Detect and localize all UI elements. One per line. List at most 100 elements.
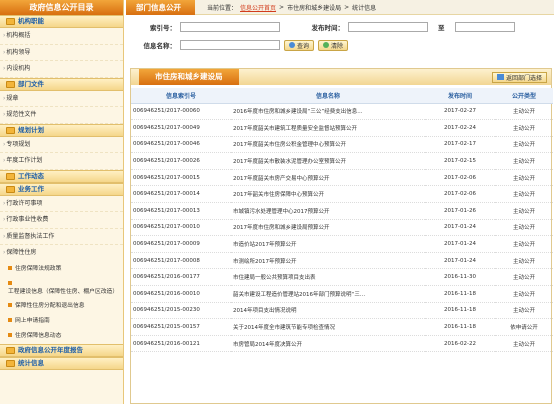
row-publish-date: 2016-11-30 [425,268,495,287]
row-publish-date: 2017-01-24 [425,252,495,270]
folder-icon [6,18,15,25]
row-info-name[interactable]: 2017年度市住房和城乡建设局预算公开 [231,219,425,237]
name-label: 信息名称： [143,42,177,50]
row-index-number: 006946251/2017-00013 [131,202,231,220]
table-row[interactable]: 006946251/2016-00121 市房管局2014年度决算公开 2016-0… [131,335,553,353]
bullet-icon [8,280,12,285]
sidebar-subitem[interactable]: 住房保障法规政策 [0,262,123,277]
row-info-name[interactable]: 2017年度韶关市散装水泥管理办公室预算公开 [231,152,425,170]
page-title: 部门信息公开 [126,0,195,15]
row-open-type: 主动公开 [495,335,553,353]
table-row[interactable]: 006946251/2017-00014 2017年韶关市住房保障中心预算公开 20… [131,185,553,204]
sidebar-item[interactable]: ›质量监督执法工作 [0,229,123,245]
sidebar-item[interactable]: ›专项规划 [0,137,123,153]
row-open-type: 主动公开 [495,185,553,204]
row-open-type: 主动公开 [495,152,553,170]
table-row[interactable]: 006946251/2017-00049 2017年度韶关市建筑工程质量安全监督站… [131,119,553,137]
sidebar-item[interactable]: ›行政事业性收费 [0,212,123,229]
table-row[interactable]: 006946251/2016-00010 韶关市建设工程造价管理站2016年部门预… [131,285,553,303]
sidebar-item[interactable]: ›行政许可事项 [0,196,123,212]
sidebar-item[interactable]: ›内设机构 [0,61,123,78]
folder-icon [6,126,15,134]
bullet-icon [8,333,12,337]
sidebar-subitem[interactable]: 工程建设信息（保障性住房、棚户区改造） [0,277,123,299]
row-publish-date: 2017-02-15 [425,152,495,170]
date-end-input[interactable] [454,22,515,32]
bullet-icon [8,266,12,270]
table-row[interactable]: 006946251/2017-00060 2016年度市住房和城乡建设局“三公”经… [131,103,553,121]
row-index-number: 006946251/2017-00026 [131,152,231,170]
table-row[interactable]: 006946251/2017-00046 2017年度韶关市住房公积金管理中心预算… [131,136,553,154]
sidebar-section-news[interactable]: 工作动态 [0,169,123,183]
breadcrumb-dept[interactable]: 市住房和城乡建设局 [287,3,341,12]
row-info-name[interactable]: 关于2014年度全市建筑节能专项检查情况 [231,318,425,336]
row-info-name[interactable]: 市测绘所2017年预算公开 [231,252,425,270]
table-row[interactable]: 006946251/2017-00015 2017年度韶关市房产交易中心预算公开 2… [131,169,553,187]
sidebar-section-docs[interactable]: 部门文件 [0,77,123,91]
row-info-name[interactable]: 市住建局一般公共预算项目支出表 [231,268,425,287]
row-open-type: 主动公开 [495,219,553,237]
table-row[interactable]: 006946251/2017-00008 市测绘所2017年预算公开 2017-01… [131,252,553,270]
sidebar-item[interactable]: ›机构概括 [0,28,123,45]
breadcrumb-home-link[interactable]: 信息公开首页 [240,3,276,12]
sidebar-section-plan[interactable]: 规划计划 [0,123,123,137]
bullet-icon [8,303,12,307]
table-row[interactable]: 006946251/2017-00026 2017年度韶关市散装水泥管理办公室预算… [131,152,553,170]
row-open-type: 主动公开 [495,202,553,220]
query-button[interactable]: 查询 [284,39,315,51]
sidebar-section-annual-report[interactable]: 政府信息公开年度报告 [0,343,123,357]
row-publish-date: 2017-02-17 [425,136,495,154]
sidebar-item[interactable]: ›规章 [0,91,123,107]
table-row[interactable]: 006946251/2017-00009 市造价站2017年预算公开 2017-01… [131,235,553,253]
sidebar-item[interactable]: ›年度工作计划 [0,153,123,170]
table-row[interactable]: 006946251/2015-00157 关于2014年度全市建筑节能专项检查情况… [131,318,553,336]
row-open-type: 主动公开 [495,169,553,187]
row-open-type: 主动公开 [495,302,553,320]
row-info-name[interactable]: 韶关市建设工程造价管理站2016年部门预算说明“三... [231,285,425,303]
row-index-number: 006946251/2016-00010 [131,285,231,303]
row-info-name[interactable]: 2017年度韶关市房产交易中心预算公开 [231,169,425,187]
breadcrumb: 当前位置： 信息公开首页 > 市住房和城乡建设局 > 统计信息 [207,3,377,12]
row-index-number: 006946251/2015-00157 [131,318,231,336]
search-form: 索引号： 发布时间： 至 信息名称： 查询 清除 [130,18,550,58]
table-row[interactable]: 006946251/2016-00177 市住建局一般公共预算项目支出表 2016-… [131,268,553,287]
back-to-department-button[interactable]: 返回部门选择 [491,71,547,83]
table-row[interactable]: 006946251/2017-00013 市城镇污水处理管理中心2017预算公开 2… [131,202,553,220]
row-open-type: 主动公开 [495,252,553,270]
row-info-name[interactable]: 市造价站2017年预算公开 [231,235,425,253]
row-index-number: 006946251/2017-00015 [131,169,231,187]
clear-button[interactable]: 清除 [318,39,349,51]
date-start-input[interactable] [348,22,428,32]
row-open-type: 主动公开 [495,136,553,154]
sidebar-item[interactable]: ›保障性住房 [0,245,123,262]
row-info-name[interactable]: 市城镇污水处理管理中心2017预算公开 [231,202,425,220]
row-index-number: 006946251/2016-00121 [131,335,231,353]
panel-header: 市住房和城乡建设局 返回部门选择 [131,69,551,85]
sidebar-section-org[interactable]: 机构职能 [0,15,123,28]
clear-icon [323,42,330,48]
row-info-name[interactable]: 市房管局2014年度决算公开 [231,335,425,353]
sidebar-subitem[interactable]: 保障性住房分配和退出信息 [0,299,123,314]
search-icon [289,42,295,48]
row-info-name[interactable]: 2017年韶关市住房保障中心预算公开 [231,185,425,204]
results-panel: 市住房和城乡建设局 返回部门选择 信息索引号 信息名称 发布时间 公开类型 00… [130,68,553,404]
sidebar-section-work[interactable]: 业务工作 [0,182,123,196]
name-input[interactable] [180,40,280,50]
sidebar-title: 政府信息公开目录 [0,0,123,15]
breadcrumb-current: 统计信息 [352,4,377,12]
row-info-name[interactable]: 2017年度韶关市建筑工程质量安全监督站预算公开 [231,119,425,137]
row-info-name[interactable]: 2017年度韶关市住房公积金管理中心预算公开 [231,136,425,154]
table-row[interactable]: 006946251/2017-00010 2017年度市住房和城乡建设局预算公开 2… [131,219,553,237]
row-index-number: 006946251/2017-00009 [131,235,231,253]
sidebar-subitem[interactable]: 网上申请指南 [0,314,123,329]
row-info-name[interactable]: 2014年项目支出情况说明 [231,302,425,320]
row-info-name[interactable]: 2016年度市住房和城乡建设局“三公”经费支出信息... [231,103,425,121]
column-header: 发布时间 [425,88,495,104]
index-input[interactable] [180,22,280,32]
sidebar-item[interactable]: ›机构领导 [0,45,123,61]
table-row[interactable]: 006946251/2015-00230 2014年项目支出情况说明 2016-11… [131,302,553,320]
sidebar-section-statistics[interactable]: 统计信息 [0,356,123,370]
sidebar-item[interactable]: ›规范性文件 [0,107,123,124]
row-index-number: 006946251/2017-00010 [131,219,231,237]
sidebar-subitem[interactable]: 住房保障信息动态 [0,329,123,344]
